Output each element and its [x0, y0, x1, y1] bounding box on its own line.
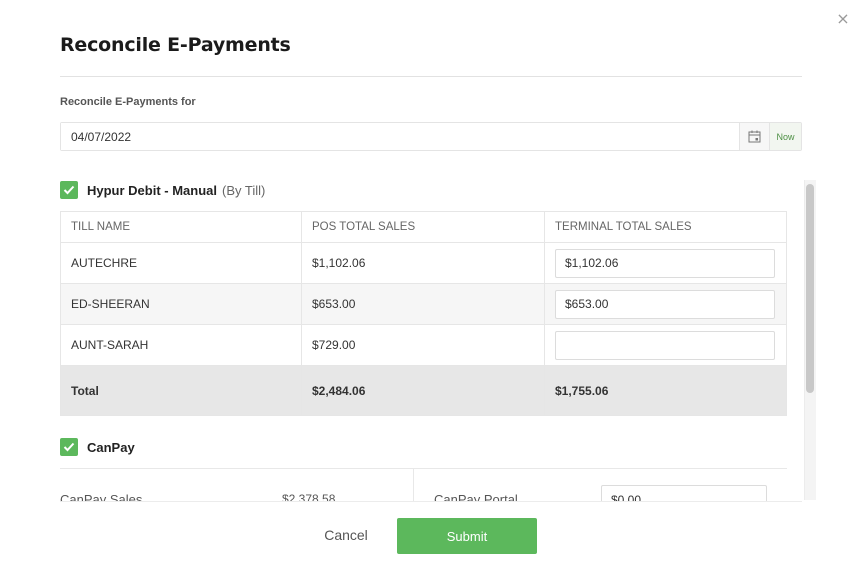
reconcile-dialog: × Reconcile E-Payments Reconcile E-Payme…: [0, 0, 862, 586]
checkmark-icon: [63, 442, 75, 452]
canpay-title: CanPay: [87, 439, 135, 455]
terminal-cell: [544, 283, 787, 325]
terminal-total-input[interactable]: [555, 248, 775, 278]
hypur-title: Hypur Debit - Manual: [87, 182, 218, 198]
hypur-section-header: Hypur Debit - Manual (By Till): [60, 178, 787, 202]
table-row: ED-SHEERAN $653.00: [60, 283, 787, 325]
close-icon[interactable]: ×: [834, 10, 852, 28]
hypur-checkbox[interactable]: [60, 181, 78, 199]
total-row: Total $2,484.06 $1,755.06: [60, 365, 787, 416]
till-name: AUTECHRE: [60, 242, 302, 284]
canpay-sales-label: CanPay Sales: [60, 492, 143, 501]
pos-total: $729.00: [301, 324, 545, 366]
pos-total: $1,102.06: [301, 242, 545, 284]
canpay-checkbox[interactable]: [60, 438, 78, 456]
date-picker: Now: [60, 122, 802, 151]
footer-divider: [60, 501, 802, 502]
table-header-row: TILL NAME POS TOTAL SALES TERMINAL TOTAL…: [60, 211, 787, 243]
date-label: Reconcile E-Payments for: [60, 96, 196, 108]
canpay-body: CanPay Sales $2,378.58 CanPay Portal: [60, 469, 787, 501]
terminal-total-input[interactable]: [555, 330, 775, 360]
column-header-till-name: TILL NAME: [60, 211, 302, 243]
table-row: AUNT-SARAH $729.00: [60, 324, 787, 366]
calendar-icon[interactable]: [739, 123, 769, 150]
canpay-column-divider: [413, 469, 414, 501]
total-label: Total: [60, 365, 302, 416]
hypur-subtitle: (By Till): [222, 182, 266, 198]
title-divider: [60, 76, 802, 77]
terminal-cell: [544, 242, 787, 284]
date-input[interactable]: [61, 123, 739, 150]
total-pos: $2,484.06: [301, 365, 545, 416]
table-row: AUTECHRE $1,102.06: [60, 242, 787, 284]
now-button[interactable]: Now: [769, 123, 801, 150]
till-table: TILL NAME POS TOTAL SALES TERMINAL TOTAL…: [60, 211, 787, 416]
terminal-cell: [544, 324, 787, 366]
submit-button[interactable]: Submit: [397, 518, 537, 554]
dialog-title: Reconcile E-Payments: [60, 34, 291, 56]
canpay-section-header: CanPay: [60, 435, 787, 459]
till-name: ED-SHEERAN: [60, 283, 302, 325]
pos-total: $653.00: [301, 283, 545, 325]
till-name: AUNT-SARAH: [60, 324, 302, 366]
column-header-pos-total: POS TOTAL SALES: [301, 211, 545, 243]
payments-scroll-area[interactable]: Hypur Debit - Manual (By Till) TILL NAME…: [60, 178, 787, 501]
checkmark-icon: [63, 185, 75, 195]
terminal-total-input[interactable]: [555, 289, 775, 319]
canpay-sales-value: $2,378.58: [282, 492, 336, 501]
canpay-portal-label: CanPay Portal: [434, 492, 518, 501]
column-header-terminal-total: TERMINAL TOTAL SALES: [544, 211, 787, 243]
scrollbar-thumb[interactable]: [806, 184, 814, 393]
cancel-button[interactable]: Cancel: [316, 527, 376, 545]
total-terminal: $1,755.06: [544, 365, 787, 416]
canpay-portal-input[interactable]: [601, 485, 767, 501]
